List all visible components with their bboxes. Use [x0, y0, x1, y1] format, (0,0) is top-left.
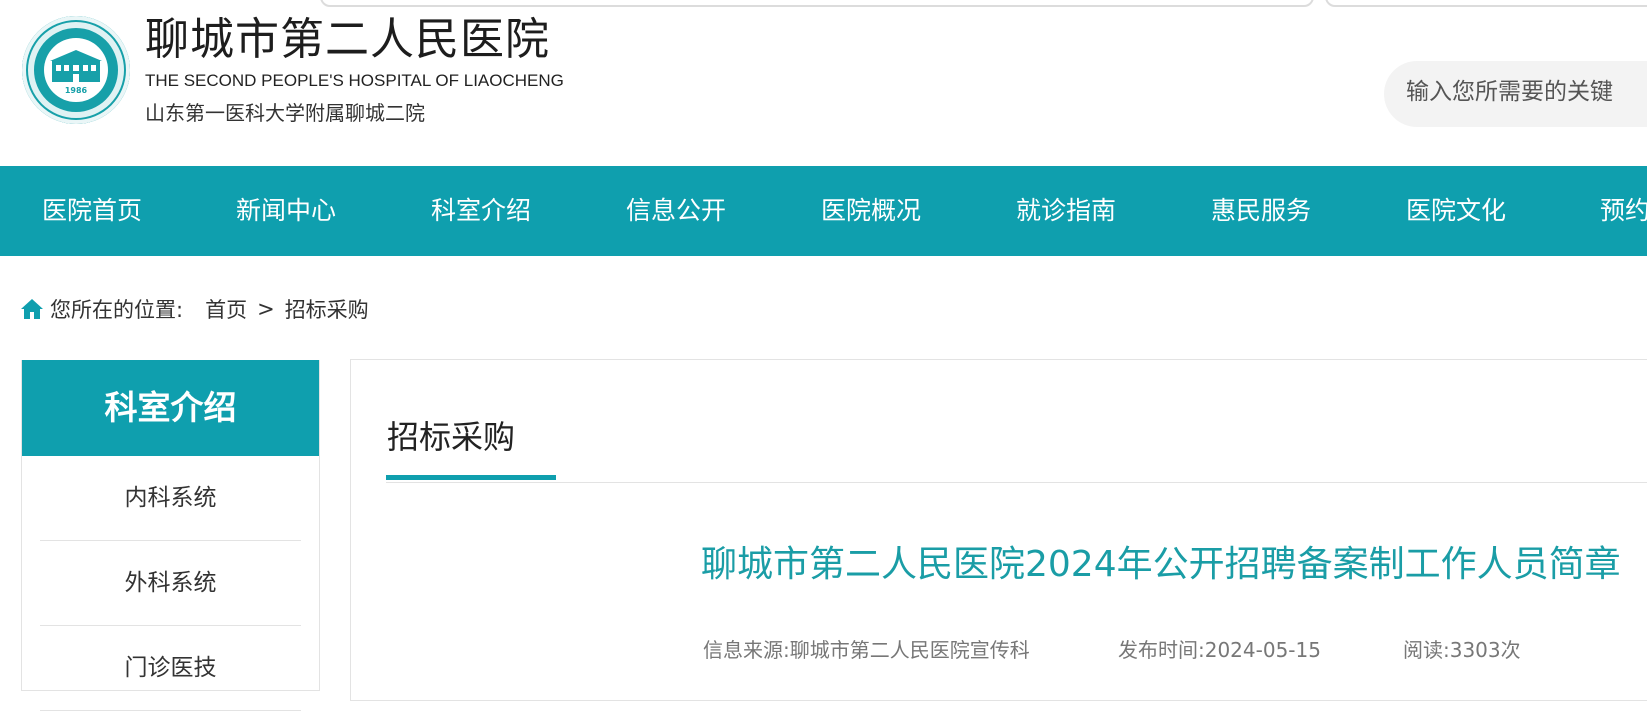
sidebar-item-internal-medicine[interactable]: 内科系统: [40, 456, 301, 541]
article-title: 聊城市第二人民医院2024年公开招聘备案制工作人员简章: [701, 544, 1621, 585]
nav-item-culture[interactable]: 医院文化: [1406, 166, 1506, 256]
search-input[interactable]: [1404, 78, 1647, 106]
top-decoration-right: [1325, 0, 1647, 7]
nav-item-services[interactable]: 惠民服务: [1211, 166, 1311, 256]
top-decoration: [320, 0, 1314, 7]
tab-active-underline: [386, 475, 556, 480]
nav-item-appointment[interactable]: 预约: [1600, 166, 1647, 256]
tab-procurement[interactable]: 招标采购: [387, 412, 515, 458]
breadcrumb: 您所在的位置: 首页 > 招标采购: [20, 294, 369, 324]
breadcrumb-prefix: 您所在的位置:: [50, 298, 184, 322]
article-date: 发布时间:2024-05-15: [1118, 638, 1321, 662]
search-box[interactable]: [1384, 61, 1647, 127]
site-title-english: THE SECOND PEOPLE'S HOSPITAL OF LIAOCHEN…: [145, 71, 564, 90]
nav-item-news[interactable]: 新闻中心: [236, 166, 336, 256]
sidebar: 科室介绍 内科系统 外科系统 门诊医技: [21, 360, 320, 711]
site-title[interactable]: 聊城市第二人民医院: [145, 14, 550, 66]
hospital-logo[interactable]: 1986: [22, 16, 130, 124]
nav-item-departments[interactable]: 科室介绍: [431, 166, 531, 256]
home-icon: [21, 299, 43, 319]
breadcrumb-home-link[interactable]: 首页: [205, 294, 247, 324]
breadcrumb-current[interactable]: 招标采购: [285, 294, 369, 324]
nav-item-info-disclosure[interactable]: 信息公开: [626, 166, 726, 256]
nav-item-guide[interactable]: 就诊指南: [1016, 166, 1116, 256]
article-source: 信息来源:聊城市第二人民医院宣传科: [703, 638, 1030, 662]
sidebar-item-surgery[interactable]: 外科系统: [40, 541, 301, 626]
sidebar-item-outpatient[interactable]: 门诊医技: [40, 626, 301, 711]
nav-item-home[interactable]: 医院首页: [42, 166, 142, 256]
tab-divider: [386, 482, 1647, 483]
content-panel: 招标采购 聊城市第二人民医院2024年公开招聘备案制工作人员简章 信息来源:聊城…: [350, 359, 1647, 701]
nav-item-overview[interactable]: 医院概况: [821, 166, 921, 256]
logo-year: 1986: [64, 86, 88, 95]
article-views: 阅读:3303次: [1403, 638, 1521, 662]
breadcrumb-separator: >: [257, 297, 275, 321]
site-subtitle: 山东第一医科大学附属聊城二院: [145, 101, 425, 125]
main-nav: 医院首页 新闻中心 科室介绍 信息公开 医院概况 就诊指南 惠民服务 医院文化 …: [0, 166, 1647, 256]
hospital-building-icon: [50, 50, 102, 82]
sidebar-title: 科室介绍: [22, 360, 319, 456]
